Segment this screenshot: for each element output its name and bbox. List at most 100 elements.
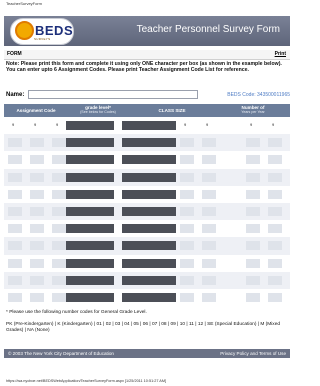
- assignment-box[interactable]: [30, 172, 44, 182]
- class-size-box[interactable]: [122, 189, 176, 199]
- years-box[interactable]: [268, 241, 282, 251]
- example-class-digit: 9: [206, 122, 209, 127]
- class-size-digit-box[interactable]: [202, 206, 216, 216]
- assignment-box[interactable]: [8, 292, 22, 302]
- class-size-digit-box[interactable]: [202, 224, 216, 234]
- assignment-box[interactable]: [30, 155, 44, 165]
- years-box[interactable]: [246, 189, 260, 199]
- assignment-box[interactable]: [8, 172, 22, 182]
- grade-level-box[interactable]: [66, 206, 114, 216]
- assignment-box[interactable]: [30, 275, 44, 285]
- class-size-digit-box[interactable]: [180, 172, 194, 182]
- grade-level-box[interactable]: [66, 292, 114, 302]
- entry-row: [4, 255, 290, 272]
- class-size-digit-box[interactable]: [202, 292, 216, 302]
- grade-level-box[interactable]: [66, 224, 114, 234]
- years-box[interactable]: [268, 172, 282, 182]
- assignment-box[interactable]: [52, 224, 66, 234]
- years-box[interactable]: [246, 155, 260, 165]
- assignment-box[interactable]: [30, 138, 44, 148]
- assignment-box[interactable]: [52, 241, 66, 251]
- assignment-box[interactable]: [52, 138, 66, 148]
- assignment-box[interactable]: [8, 206, 22, 216]
- years-box[interactable]: [268, 189, 282, 199]
- grade-level-box[interactable]: [66, 138, 114, 148]
- assignment-box[interactable]: [30, 258, 44, 268]
- grade-level-box[interactable]: [66, 189, 114, 199]
- assignment-box[interactable]: [8, 275, 22, 285]
- logo-text: BEDS: [35, 23, 74, 38]
- assignment-box[interactable]: [30, 292, 44, 302]
- assignment-box[interactable]: [52, 172, 66, 182]
- class-size-digit-box[interactable]: [202, 172, 216, 182]
- class-size-digit-box[interactable]: [180, 224, 194, 234]
- years-box[interactable]: [268, 258, 282, 268]
- class-size-digit-box[interactable]: [202, 138, 216, 148]
- class-size-digit-box[interactable]: [202, 241, 216, 251]
- years-box[interactable]: [246, 138, 260, 148]
- entry-row: [4, 220, 290, 237]
- class-size-box[interactable]: [122, 138, 176, 148]
- years-box[interactable]: [268, 224, 282, 234]
- class-size-digit-box[interactable]: [202, 275, 216, 285]
- assignment-box[interactable]: [30, 224, 44, 234]
- assignment-box[interactable]: [52, 275, 66, 285]
- years-box[interactable]: [246, 275, 260, 285]
- years-box[interactable]: [246, 292, 260, 302]
- class-size-digit-box[interactable]: [180, 138, 194, 148]
- assignment-box[interactable]: [30, 206, 44, 216]
- assignment-box[interactable]: [8, 189, 22, 199]
- years-box[interactable]: [246, 258, 260, 268]
- class-size-digit-box[interactable]: [202, 189, 216, 199]
- class-size-digit-box[interactable]: [180, 155, 194, 165]
- assignment-box[interactable]: [30, 241, 44, 251]
- years-box[interactable]: [246, 241, 260, 251]
- assignment-box[interactable]: [52, 155, 66, 165]
- years-box[interactable]: [268, 155, 282, 165]
- assignment-box[interactable]: [30, 189, 44, 199]
- class-size-digit-box[interactable]: [180, 241, 194, 251]
- grade-level-box[interactable]: [66, 275, 114, 285]
- class-size-box[interactable]: [122, 206, 176, 216]
- assignment-box[interactable]: [8, 155, 22, 165]
- years-box[interactable]: [268, 275, 282, 285]
- grade-level-box[interactable]: [66, 258, 114, 268]
- example-assignment-digit: 9: [56, 122, 59, 127]
- grade-level-box[interactable]: [66, 172, 114, 182]
- class-size-digit-box[interactable]: [180, 206, 194, 216]
- years-box[interactable]: [246, 206, 260, 216]
- assignment-box[interactable]: [8, 258, 22, 268]
- grade-level-box[interactable]: [66, 241, 114, 251]
- years-box[interactable]: [268, 138, 282, 148]
- entry-row: [4, 202, 290, 221]
- assignment-box[interactable]: [8, 138, 22, 148]
- class-size-box[interactable]: [122, 155, 176, 165]
- years-box[interactable]: [268, 292, 282, 302]
- privacy-policy-link[interactable]: Privacy Policy and Terms of Use: [220, 351, 286, 356]
- class-size-digit-box[interactable]: [202, 155, 216, 165]
- assignment-box[interactable]: [52, 292, 66, 302]
- class-size-box[interactable]: [122, 224, 176, 234]
- years-box[interactable]: [246, 172, 260, 182]
- example-class-box: [122, 121, 176, 130]
- class-size-digit-box[interactable]: [180, 189, 194, 199]
- assignment-box[interactable]: [8, 241, 22, 251]
- print-link[interactable]: Print: [275, 51, 286, 57]
- class-size-box[interactable]: [122, 275, 176, 285]
- assignment-box[interactable]: [52, 189, 66, 199]
- grade-level-box[interactable]: [66, 155, 114, 165]
- class-size-box[interactable]: [122, 258, 176, 268]
- class-size-box[interactable]: [122, 292, 176, 302]
- class-size-digit-box[interactable]: [180, 292, 194, 302]
- assignment-box[interactable]: [8, 224, 22, 234]
- name-input[interactable]: [28, 90, 198, 99]
- years-box[interactable]: [268, 206, 282, 216]
- assignment-box[interactable]: [52, 206, 66, 216]
- assignment-box[interactable]: [52, 258, 66, 268]
- class-size-digit-box[interactable]: [180, 275, 194, 285]
- class-size-digit-box[interactable]: [180, 258, 194, 268]
- class-size-digit-box[interactable]: [202, 258, 216, 268]
- years-box[interactable]: [246, 224, 260, 234]
- class-size-box[interactable]: [122, 172, 176, 182]
- class-size-box[interactable]: [122, 241, 176, 251]
